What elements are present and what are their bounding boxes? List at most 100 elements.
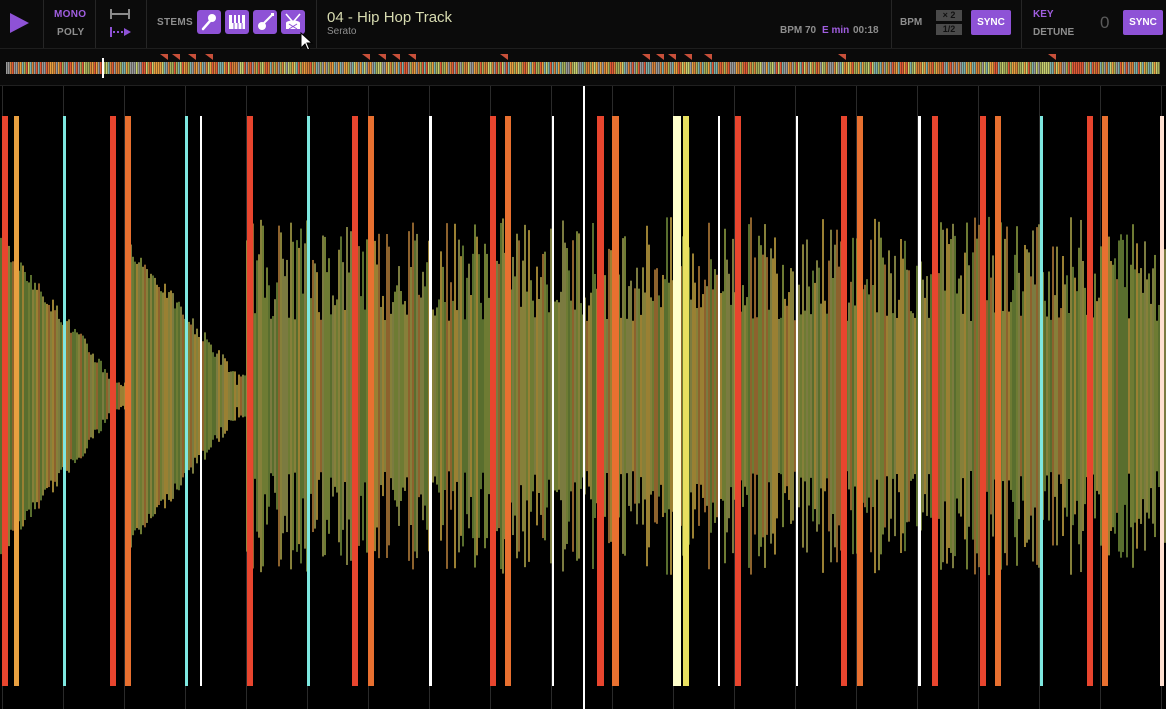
overview-bin <box>610 62 612 74</box>
overview-bin <box>948 62 950 74</box>
cue-marker-icon[interactable] <box>392 54 400 60</box>
loop-bar-icon[interactable] <box>108 8 132 20</box>
waveform-bin <box>832 277 834 515</box>
overview-bin <box>940 62 942 74</box>
cue-marker-icon[interactable] <box>160 54 168 60</box>
cue-marker-icon[interactable] <box>188 54 196 60</box>
poly-toggle[interactable]: POLY <box>57 27 85 38</box>
overview-bin <box>274 62 276 74</box>
cue-marker-icon[interactable] <box>1048 54 1056 60</box>
waveform-bin <box>868 294 870 498</box>
overview-bin <box>1034 62 1036 74</box>
stem-bass-button[interactable] <box>253 10 277 34</box>
main-waveform[interactable] <box>0 86 1166 709</box>
cue-marker-icon[interactable] <box>668 54 676 60</box>
bpm-sync-button[interactable]: SYNC <box>971 10 1011 35</box>
cue-marker-icon[interactable] <box>704 54 712 60</box>
waveform-bin <box>1156 320 1158 472</box>
overview-bin <box>238 62 240 74</box>
stem-drums-button[interactable] <box>281 10 305 34</box>
overview-bin <box>1136 62 1138 74</box>
track-overview[interactable] <box>0 49 1166 86</box>
waveform-bin <box>274 299 276 493</box>
waveform-bin <box>154 277 156 515</box>
stem-vocals-button[interactable] <box>197 10 221 34</box>
overview-bin <box>1098 62 1100 74</box>
waveform-bin <box>478 254 480 538</box>
overview-bin <box>1092 62 1094 74</box>
waveform-bin <box>324 236 326 556</box>
overview-bin <box>288 62 290 74</box>
stem-melody-button[interactable] <box>225 10 249 34</box>
overview-bin <box>650 62 652 74</box>
waveform-bin <box>1032 230 1034 562</box>
waveform-bin <box>86 343 88 449</box>
waveform-bin <box>1112 264 1114 528</box>
loop-arrow-icon[interactable] <box>108 26 132 38</box>
overview-bin <box>864 62 866 74</box>
overview-bin <box>526 62 528 74</box>
overview-bin <box>248 62 250 74</box>
waveform-bin <box>1116 279 1118 513</box>
overview-bin <box>414 62 416 74</box>
overview-bin <box>1084 62 1086 74</box>
overview-bin <box>1086 62 1088 74</box>
overview-bin <box>1046 62 1048 74</box>
waveform-bin <box>94 362 96 430</box>
overview-bin <box>702 62 704 74</box>
cue-marker-icon[interactable] <box>500 54 508 60</box>
key-sync-button[interactable]: SYNC <box>1123 10 1163 35</box>
cue-marker-icon[interactable] <box>656 54 664 60</box>
overview-bin <box>306 62 308 74</box>
overview-bin <box>346 62 348 74</box>
overview-bin <box>234 62 236 74</box>
overview-bin <box>128 62 130 74</box>
cue-marker-icon[interactable] <box>642 54 650 60</box>
detune-value[interactable]: 0 <box>1100 13 1109 33</box>
waveform-bin <box>316 272 318 520</box>
waveform-bin <box>654 269 656 523</box>
bpm-double-button[interactable]: × 2 <box>936 10 962 21</box>
bpm-half-button[interactable]: 1/2 <box>936 24 962 35</box>
waveform-bin <box>318 312 320 480</box>
cue-marker-icon[interactable] <box>838 54 846 60</box>
overview-bin <box>1090 62 1092 74</box>
mono-toggle[interactable]: MONO <box>54 9 86 20</box>
cue-marker-icon[interactable] <box>362 54 370 60</box>
cue-marker-icon[interactable] <box>172 54 180 60</box>
waveform-bin <box>488 297 490 495</box>
overview-bin <box>300 62 302 74</box>
overview-bin <box>96 62 98 74</box>
overview-bin <box>748 62 750 74</box>
waveform-bin <box>90 354 92 438</box>
overview-bin <box>852 62 854 74</box>
overview-bin <box>432 62 434 74</box>
waveform-bin <box>1036 227 1038 565</box>
overview-bin <box>440 62 442 74</box>
overview-bin <box>270 62 272 74</box>
overview-bin <box>814 62 816 74</box>
waveform-bin <box>282 258 284 534</box>
waveform-bin <box>950 239 952 553</box>
waveform-bin <box>512 256 514 536</box>
waveform-bin <box>236 384 238 408</box>
overview-bin <box>88 62 90 74</box>
overview-bin <box>390 62 392 74</box>
cue-marker-icon[interactable] <box>408 54 416 60</box>
waveform-bin <box>162 292 164 500</box>
waveform-bin <box>500 222 502 570</box>
cue-marker-icon[interactable] <box>684 54 692 60</box>
cue-marker-icon[interactable] <box>378 54 386 60</box>
waveform-bin <box>78 334 80 458</box>
cue-marker-icon[interactable] <box>205 54 213 60</box>
play-icon[interactable] <box>6 10 32 36</box>
overview-bin <box>1122 62 1124 74</box>
waveform-bin <box>482 319 484 473</box>
waveform-bin <box>576 231 578 561</box>
overview-bin <box>930 62 932 74</box>
waveform-bin <box>202 341 204 451</box>
overview-bin <box>802 62 804 74</box>
overview-bin <box>906 62 908 74</box>
waveform-bin <box>1120 234 1122 558</box>
overview-bin <box>538 62 540 74</box>
